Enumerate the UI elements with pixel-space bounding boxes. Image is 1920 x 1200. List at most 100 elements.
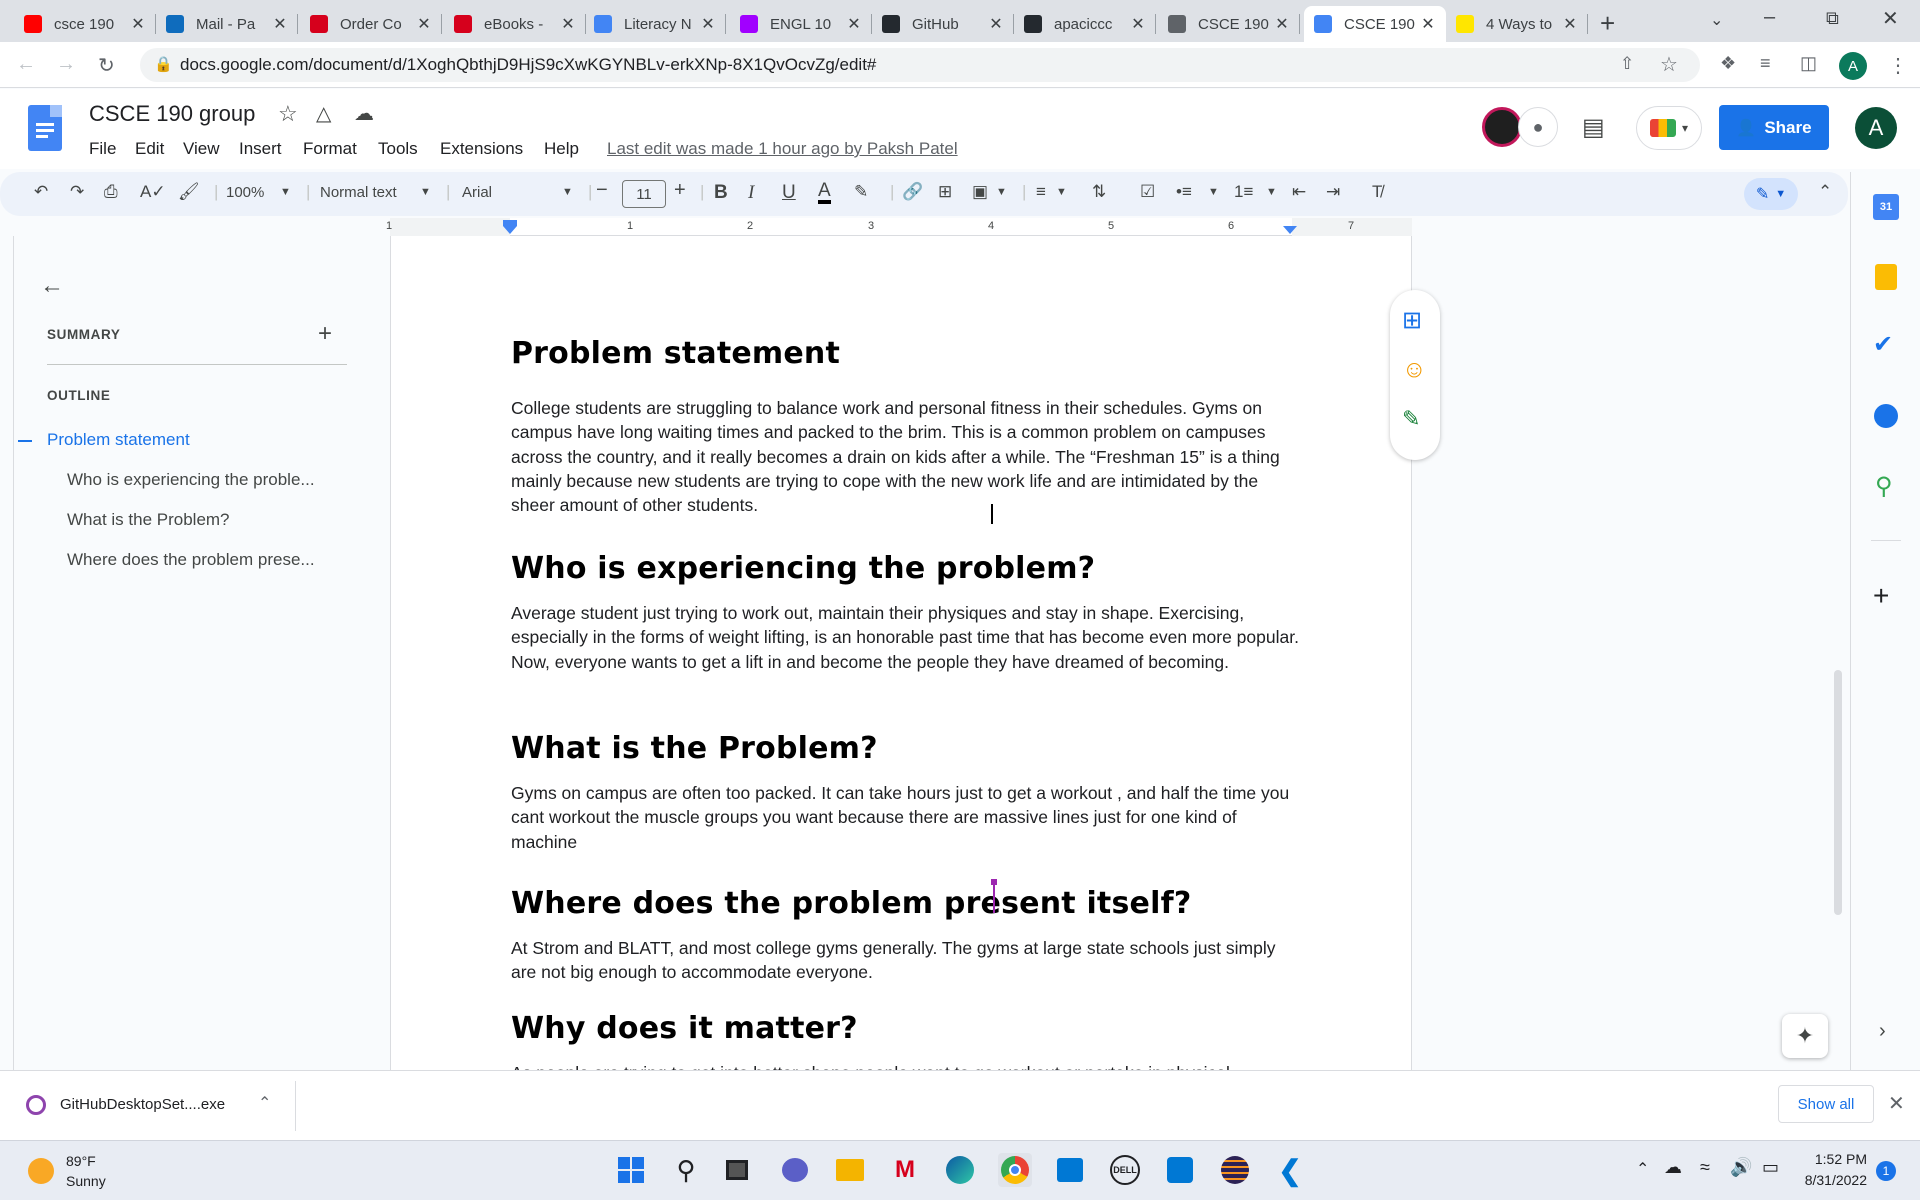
browser-tab[interactable]: ENGL 10 ✕ — [730, 6, 872, 42]
close-tab-icon[interactable]: ✕ — [1562, 14, 1578, 34]
share-button[interactable]: 👤 Share — [1719, 105, 1829, 150]
outline-item[interactable]: Who is experiencing the proble... — [67, 470, 357, 490]
account-avatar[interactable]: A — [1855, 107, 1897, 149]
section-paragraph[interactable]: At Strom and BLATT, and most college gym… — [511, 936, 1301, 985]
star-icon[interactable]: ☆ — [278, 101, 298, 127]
clock-time[interactable]: 1:52 PM — [1800, 1151, 1867, 1167]
close-tab-icon[interactable]: ✕ — [1130, 14, 1146, 34]
google-docs-logo-icon[interactable] — [28, 105, 62, 151]
close-outline-arrow-icon[interactable]: ← — [40, 272, 64, 300]
back-icon[interactable]: ← — [16, 53, 36, 76]
microsoft-store-icon[interactable] — [1053, 1153, 1087, 1187]
close-tab-icon[interactable]: ✕ — [700, 14, 716, 34]
insert-link-icon[interactable]: 🔗 — [902, 182, 923, 202]
outline-item[interactable]: Problem statement — [47, 430, 337, 450]
highlight-color-icon[interactable]: ✎ — [854, 182, 868, 202]
redo-icon[interactable]: ↷ — [70, 182, 84, 202]
clock-date[interactable]: 8/31/2022 — [1794, 1172, 1867, 1188]
insert-image-icon[interactable]: ▣ — [972, 182, 988, 202]
font-size-input[interactable]: 11 — [622, 180, 666, 208]
add-comment-icon[interactable]: ⊞ — [938, 182, 952, 202]
menu-edit[interactable]: Edit — [135, 139, 164, 159]
restore-icon[interactable]: ⧉ — [1826, 8, 1839, 29]
tab-search-icon[interactable]: ⌄ — [1710, 10, 1723, 30]
menu-view[interactable]: View — [183, 139, 220, 159]
text-color-button[interactable]: A — [818, 181, 831, 204]
meet-button[interactable]: ▾ — [1636, 106, 1702, 150]
decrease-indent-icon[interactable]: ⇤ — [1292, 182, 1306, 202]
windows-start-icon[interactable] — [614, 1153, 648, 1187]
notification-badge[interactable]: 1 — [1876, 1161, 1896, 1181]
sun-weather-icon[interactable] — [28, 1158, 54, 1184]
print-icon[interactable]: ⎙ — [104, 182, 118, 202]
increase-indent-icon[interactable]: ⇥ — [1326, 182, 1340, 202]
paragraph-style-select[interactable]: Normal text — [320, 184, 397, 201]
browser-tab[interactable]: eBooks - ✕ — [444, 6, 586, 42]
forward-icon[interactable]: → — [56, 53, 76, 76]
paint-format-icon[interactable]: 🖌 — [178, 182, 200, 202]
underline-button[interactable]: U — [782, 182, 796, 204]
show-hidden-icons-chevron[interactable]: ⌃ — [1636, 1159, 1649, 1179]
outline-item[interactable]: Where does the problem prese... — [67, 550, 357, 570]
decrease-font-size-button[interactable]: − — [596, 179, 608, 202]
left-indent-marker[interactable] — [503, 226, 517, 234]
section-paragraph[interactable]: College students are struggling to balan… — [511, 396, 1301, 517]
browser-tab[interactable]: Literacy N ✕ — [584, 6, 726, 42]
browser-tab[interactable]: CSCE 190 ✕ — [1304, 6, 1446, 42]
chrome-icon[interactable] — [998, 1153, 1032, 1187]
close-tab-icon[interactable]: ✕ — [1420, 14, 1436, 34]
section-paragraph[interactable]: Gyms on campus are often too packed. It … — [511, 781, 1301, 854]
wifi-icon[interactable]: ≈ — [1700, 1157, 1710, 1178]
document-page[interactable]: Problem statement College students are st… — [390, 236, 1412, 1070]
browser-tab[interactable]: csce 190 ✕ — [14, 6, 156, 42]
new-tab-button[interactable]: + — [1600, 8, 1615, 39]
battery-icon[interactable]: ▭ — [1762, 1157, 1779, 1178]
zoom-select[interactable]: 100% — [226, 184, 264, 201]
eclipse-icon[interactable] — [1218, 1153, 1252, 1187]
close-tab-icon[interactable]: ✕ — [416, 14, 432, 34]
suggest-edits-icon[interactable]: ✎ — [1402, 406, 1420, 432]
explore-button[interactable]: ✦ — [1782, 1014, 1828, 1058]
browser-tab[interactable]: CSCE 190 ✕ — [1158, 6, 1300, 42]
anonymous-user-icon[interactable]: ● — [1518, 107, 1558, 147]
chat-icon[interactable] — [778, 1153, 812, 1187]
undo-icon[interactable]: ↶ — [34, 182, 48, 202]
menu-tools[interactable]: Tools — [378, 139, 418, 159]
line-spacing-icon[interactable]: ⇅ — [1092, 182, 1106, 202]
section-paragraph[interactable]: As people are trying to get into better … — [511, 1061, 1301, 1070]
contacts-icon[interactable] — [1874, 404, 1898, 428]
dell-support-icon[interactable] — [1163, 1153, 1197, 1187]
calendar-icon[interactable]: 31 — [1873, 194, 1899, 220]
mcafee-icon[interactable]: M — [888, 1153, 922, 1187]
spellcheck-icon[interactable]: A✓ — [140, 182, 166, 202]
close-tab-icon[interactable]: ✕ — [1274, 14, 1290, 34]
right-indent-marker[interactable] — [1283, 226, 1297, 234]
close-tab-icon[interactable]: ✕ — [272, 14, 288, 34]
browser-tab[interactable]: 4 Ways to ✕ — [1446, 6, 1588, 42]
close-tab-icon[interactable]: ✕ — [988, 14, 1004, 34]
bold-button[interactable]: B — [714, 182, 728, 204]
onedrive-icon[interactable]: ☁ — [1664, 1157, 1682, 1178]
collaborator-avatar[interactable] — [1482, 107, 1522, 147]
bookmark-star-icon[interactable]: ☆ — [1660, 52, 1678, 77]
chrome-menu-icon[interactable]: ⋮ — [1888, 53, 1908, 78]
address-bar[interactable]: 🔒 docs.google.com/document/d/1XoghQbthjD… — [140, 48, 1700, 82]
browser-tab[interactable]: Order Co ✕ — [300, 6, 442, 42]
emoji-reaction-icon[interactable]: ☺ — [1402, 356, 1427, 384]
download-filename[interactable]: GitHubDesktopSet....exe — [60, 1096, 225, 1113]
side-panel-icon[interactable]: ◫ — [1800, 53, 1817, 74]
browser-tab[interactable]: GitHub ✕ — [872, 6, 1014, 42]
keep-icon[interactable] — [1875, 264, 1897, 290]
show-all-button[interactable]: Show all — [1778, 1085, 1874, 1123]
bulleted-list-icon[interactable]: •≡ — [1176, 182, 1192, 202]
collapse-menus-icon[interactable]: ⌃ — [1818, 182, 1832, 202]
minimize-icon[interactable]: – — [1764, 6, 1775, 29]
close-window-icon[interactable]: ✕ — [1882, 6, 1899, 31]
close-tab-icon[interactable]: ✕ — [560, 14, 576, 34]
editing-mode-button[interactable]: ✎ ▼ — [1744, 178, 1798, 210]
tasks-icon[interactable]: ✔ — [1873, 330, 1893, 359]
menu-file[interactable]: File — [89, 139, 116, 159]
edge-icon[interactable] — [943, 1153, 977, 1187]
extensions-puzzle-icon[interactable]: ❖ — [1720, 53, 1736, 74]
vscode-icon[interactable]: ❮ — [1273, 1153, 1307, 1187]
